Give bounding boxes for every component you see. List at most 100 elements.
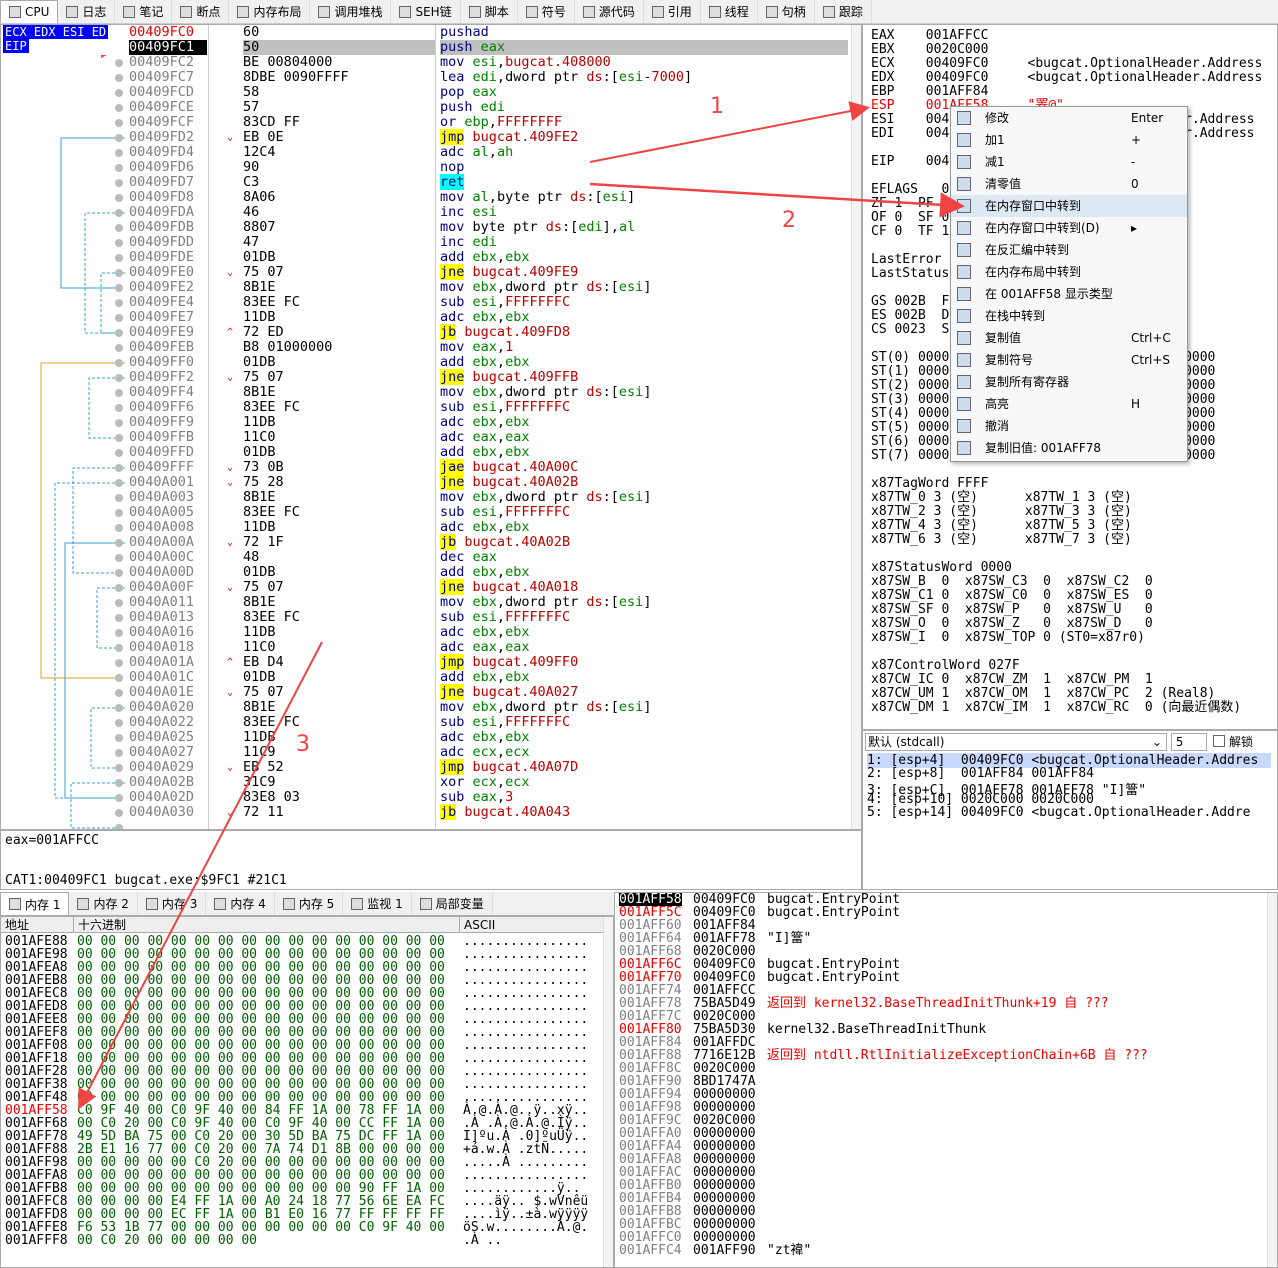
menu-item[interactable]: 在内存窗口中转到(D) ▸ [951,217,1187,239]
disasm-instruction[interactable]: adc ebx,ebx [440,520,848,535]
disasm-instruction[interactable]: pop eax [440,85,848,100]
breakpoint-bullet[interactable] [115,614,123,622]
disasm-instruction[interactable]: ret [440,174,848,190]
disasm-instruction[interactable]: mov esi,bugcat.408000 [440,55,848,70]
breakpoint-bullet[interactable] [115,434,123,442]
disasm-instruction[interactable]: mov eax,1 [440,340,848,355]
memtab-2[interactable]: 内存 2 [69,892,138,915]
breakpoint-bullet[interactable] [115,704,123,712]
disasm-address[interactable]: 0040A027 [129,745,207,760]
memtab-6[interactable]: 监视 1 [343,892,412,915]
disasm-address[interactable]: 00409FF0 [129,355,207,370]
tab-notes[interactable]: 笔记 [115,0,173,23]
disasm-address[interactable]: 0040A003 [129,490,207,505]
disasm-address[interactable]: 00409FDE [129,250,207,265]
disasm-address[interactable]: 00409FD2 [129,130,207,145]
breakpoint-bullet[interactable] [115,389,123,397]
breakpoint-bullet[interactable] [115,419,123,427]
memtab-7[interactable]: 局部变量 [412,892,493,915]
disasm-instruction[interactable]: add ebx,ebx [440,670,848,685]
disasm-address[interactable]: 0040A00C [129,550,207,565]
register-row[interactable]: ES 002B D [871,309,949,323]
breakpoint-bullet[interactable] [115,554,123,562]
disasm-instruction[interactable]: mov al,byte ptr ds:[esi] [440,190,848,205]
register-row[interactable]: x87TagWord FFFF [871,477,988,491]
disasm-address[interactable]: 00409FD6 [129,160,207,175]
disasm-instruction[interactable]: adc ebx,ebx [440,730,848,745]
disasm-instruction[interactable]: jb bugcat.40A02B [440,534,848,550]
disasm-address[interactable]: 00409FF4 [129,385,207,400]
disasm-instruction[interactable]: or ebp,FFFFFFFF [440,115,848,130]
breakpoint-bullet[interactable] [115,179,123,187]
arg-count-spinbox[interactable]: 5 [1171,733,1207,751]
tab-handles[interactable]: 句柄 [758,0,815,23]
disasm-instruction[interactable]: jne bugcat.409FE9 [440,264,848,280]
disasm-address[interactable]: 0040A01C [129,670,207,685]
register-row[interactable]: x87SW_O 0 x87SW_Z 0 x87SW_D 0 [871,617,1153,631]
menu-item[interactable]: 在内存布局中转到 [951,261,1187,283]
disasm-address[interactable]: 00409FE9 [129,325,207,340]
breakpoint-bullet[interactable] [115,794,123,802]
memtab-5[interactable]: 内存 5 [275,892,344,915]
register-row[interactable]: x87SW_I 0 x87SW_TOP 0 (ST0=x87r0) [871,631,1145,645]
register-row[interactable]: ECX 00409FC0 <bugcat.OptionalHeader.Addr… [871,57,1262,71]
stack-address[interactable]: 001AFFC4 [619,1244,682,1257]
breakpoint-bullet[interactable] [115,644,123,652]
disasm-address[interactable]: 00409FDA [129,205,207,220]
disasm-instruction[interactable]: mov ebx,dword ptr ds:[esi] [440,280,848,295]
breakpoint-bullet[interactable] [115,194,123,202]
disasm-instruction[interactable]: jmp bugcat.40A07D [440,759,848,775]
dump-ascii[interactable]: .À .. [463,1234,502,1247]
disasm-address[interactable]: 00409FFF [129,460,207,475]
disasm-address[interactable]: 0040A018 [129,640,207,655]
breakpoint-bullet[interactable] [115,734,123,742]
register-row[interactable]: EIP 0040 [871,155,957,169]
disasm-instruction[interactable]: push edi [440,100,848,115]
breakpoint-bullet[interactable] [115,104,123,112]
breakpoint-bullet[interactable] [115,74,123,82]
disasm-address[interactable]: 00409FDB [129,220,207,235]
breakpoint-bullet[interactable] [115,149,123,157]
breakpoint-bullet[interactable] [115,659,123,667]
breakpoint-bullet[interactable] [115,254,123,262]
disasm-instruction[interactable]: jne bugcat.40A027 [440,684,848,700]
memtab-3[interactable]: 内存 3 [138,892,207,915]
register-row[interactable]: ZF 1 PF [871,197,934,211]
disasm-instruction[interactable]: mov ebx,dword ptr ds:[esi] [440,595,848,610]
breakpoint-bullet[interactable] [115,629,123,637]
disasm-instruction[interactable]: adc ebx,ebx [440,415,848,430]
menu-item[interactable]: 修改 Enter [951,107,1187,129]
menu-item[interactable]: 在内存窗口中转到 [951,195,1187,217]
register-row[interactable]: x87SW_C1 0 x87SW_C0 0 x87SW_ES 0 [871,589,1153,603]
tab-threads[interactable]: 线程 [701,0,758,23]
register-row[interactable]: x87TW_6 3 (空) x87TW_7 3 (空) [871,533,1132,547]
register-row[interactable]: x87CW_IC 0 x87CW_ZM 1 x87CW_PM 1 [871,673,1153,687]
breakpoint-bullet[interactable] [115,299,123,307]
menu-item[interactable]: 在 001AFF58 显示类型 [951,283,1187,305]
register-row[interactable]: x87ControlWord 027F [871,659,1020,673]
disasm-instruction[interactable]: mov ebx,dword ptr ds:[esi] [440,385,848,400]
disasm-address[interactable]: 00409FF9 [129,415,207,430]
register-row[interactable]: x87StatusWord 0000 [871,561,1012,575]
register-row[interactable]: OF 0 SF 0 [871,211,949,225]
tab-callstack[interactable]: 调用堆栈 [310,0,392,23]
register-row[interactable]: x87TW_2 3 (空) x87TW_3 3 (空) [871,505,1132,519]
breakpoint-bullet[interactable] [115,59,123,67]
register-row[interactable]: EDX 00409FC0 <bugcat.OptionalHeader.Addr… [871,71,1262,85]
register-row[interactable]: x87SW_SF 0 x87SW_P 0 x87SW_U 0 [871,603,1153,617]
menu-item[interactable]: 复制所有寄存器 [951,371,1187,393]
register-row[interactable]: CF 0 TF 1 [871,225,949,239]
disasm-instruction[interactable]: xor ecx,ecx [440,775,848,790]
breakpoint-bullet[interactable] [115,689,123,697]
menu-item[interactable]: 在栈中转到 [951,305,1187,327]
tab-source[interactable]: 源代码 [575,0,644,23]
breakpoint-bullet[interactable] [115,209,123,217]
breakpoint-bullet[interactable] [115,779,123,787]
breakpoint-bullet[interactable] [115,524,123,532]
disasm-address[interactable]: 00409FCE [129,100,207,115]
disasm-address[interactable]: 00409FF2 [129,370,207,385]
tab-trace[interactable]: 跟踪 [815,0,872,23]
disasm-instruction[interactable]: jne bugcat.40A02B [440,474,848,490]
disasm-instruction[interactable]: dec eax [440,550,848,565]
disasm-instruction[interactable]: add ebx,ebx [440,355,848,370]
